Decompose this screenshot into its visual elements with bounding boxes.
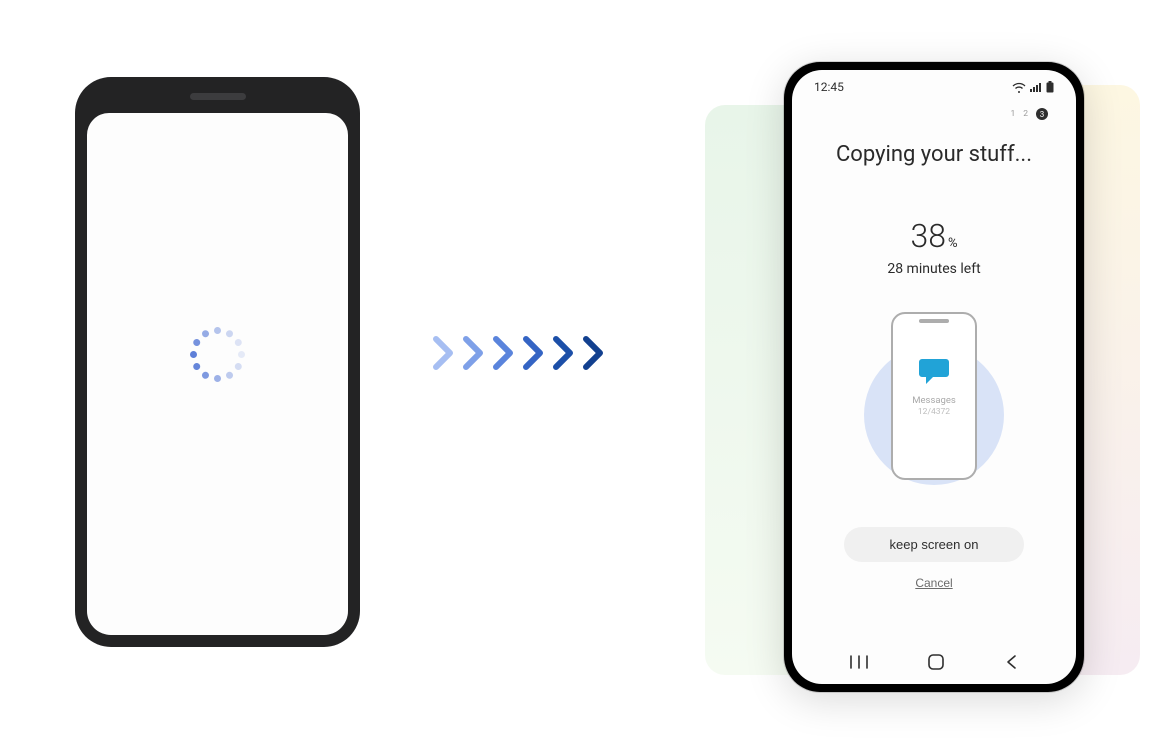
android-nav-bar xyxy=(792,640,1076,684)
source-phone-screen xyxy=(87,113,348,635)
transfer-item-count: 12/4372 xyxy=(893,407,975,417)
home-icon[interactable] xyxy=(927,653,945,671)
keep-screen-on-button[interactable]: keep screen on xyxy=(844,527,1024,562)
progress-unit: % xyxy=(948,236,958,251)
step-3-current: 3 xyxy=(1036,108,1048,120)
status-time: 12:45 xyxy=(814,80,844,94)
transfer-illustration: Messages 12/4372 xyxy=(859,305,1009,495)
step-2: 2 xyxy=(1023,109,1028,119)
transfer-direction-icon xyxy=(430,335,608,371)
mini-phone-notch xyxy=(919,319,949,323)
mini-phone-icon: Messages 12/4372 xyxy=(891,312,977,480)
signal-icon xyxy=(1030,82,1042,93)
destination-phone-frame: 12:45 1 2 xyxy=(784,62,1084,692)
battery-icon xyxy=(1046,81,1054,93)
destination-phone-screen: 12:45 1 2 xyxy=(792,70,1076,684)
status-bar: 12:45 xyxy=(792,70,1076,98)
wifi-icon xyxy=(1012,82,1026,93)
progress-value: 38 xyxy=(910,217,946,255)
recents-icon[interactable] xyxy=(850,655,868,669)
source-phone-frame xyxy=(75,77,360,647)
progress-percent: 38% xyxy=(792,217,1076,255)
loading-spinner-icon xyxy=(191,327,245,381)
time-remaining: 28 minutes left xyxy=(792,261,1076,277)
transfer-item-label: Messages xyxy=(893,395,975,406)
back-icon[interactable] xyxy=(1004,654,1018,670)
messages-icon xyxy=(918,357,950,389)
step-indicator: 1 2 3 xyxy=(792,98,1076,120)
page-title: Copying your stuff... xyxy=(792,142,1076,167)
phone-speaker-slot xyxy=(190,93,246,100)
status-icons xyxy=(1012,81,1054,93)
cancel-button[interactable]: Cancel xyxy=(915,576,952,590)
step-1: 1 xyxy=(1010,109,1015,119)
